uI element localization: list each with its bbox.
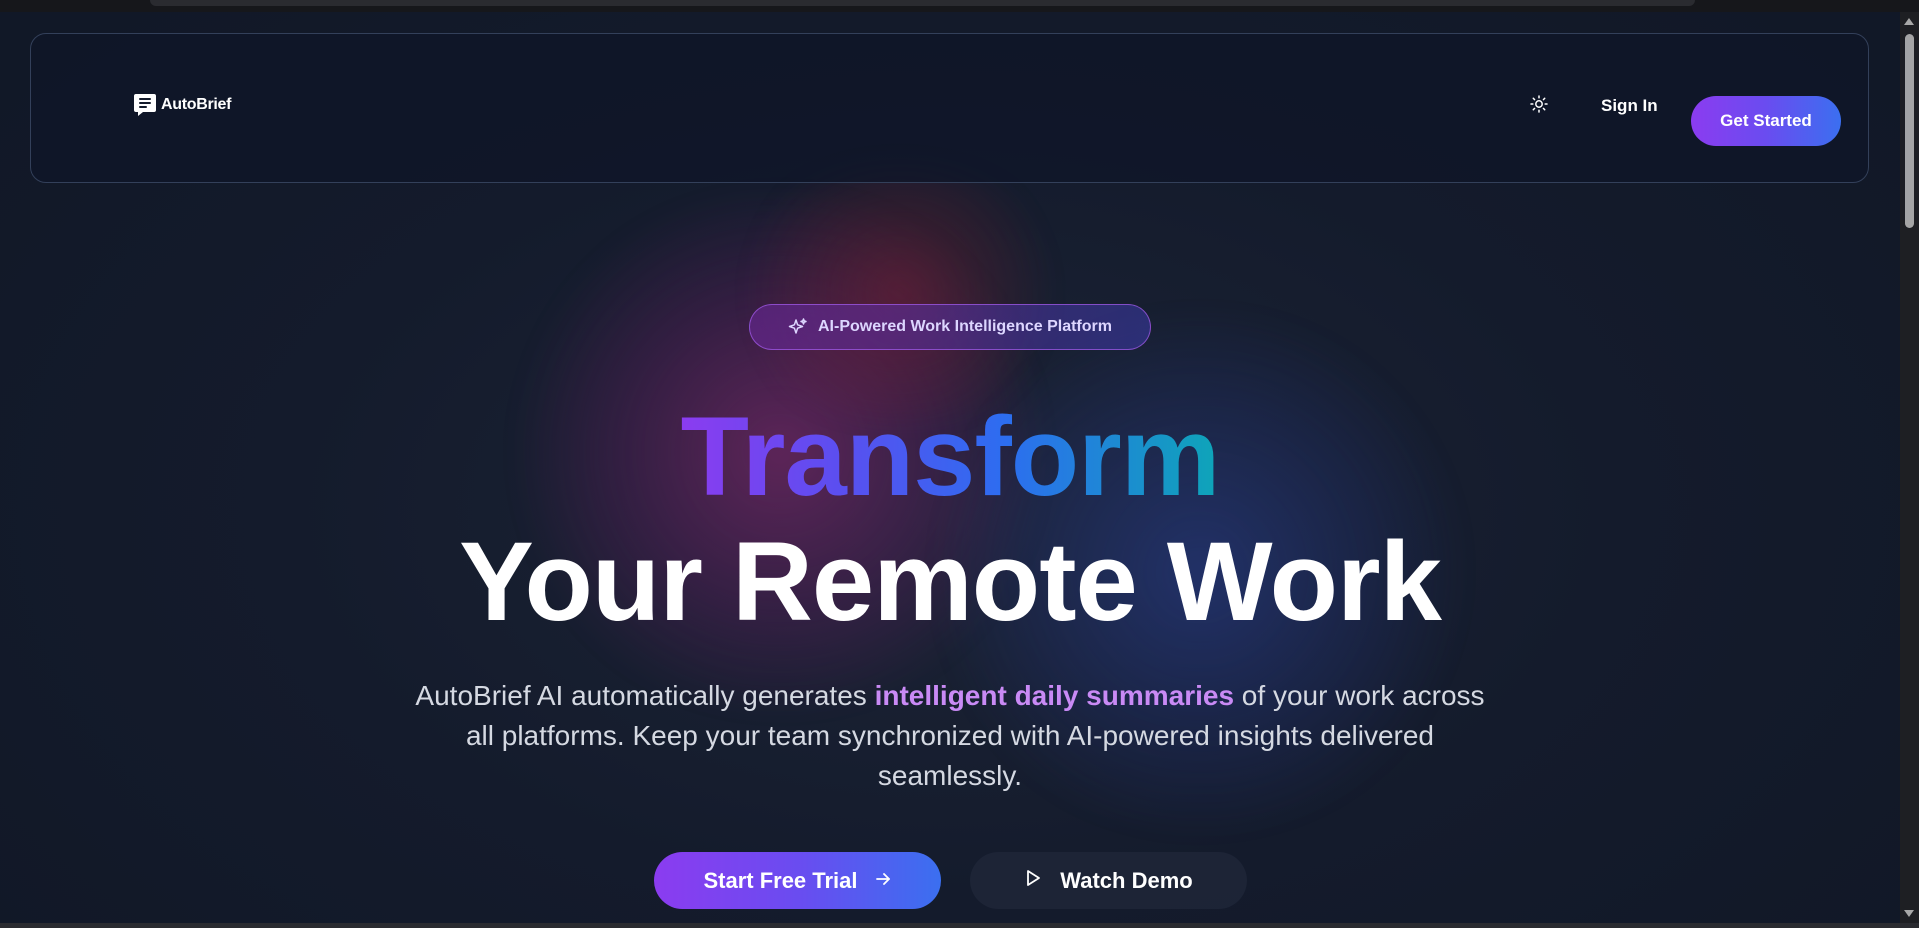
landing-page: AutoBrief Sign In Get Started AI-Powered… (0, 12, 1900, 923)
theme-toggle-button[interactable] (1519, 86, 1559, 126)
chat-document-icon (133, 92, 157, 118)
hero-subtitle-start: AutoBrief AI automatically generates (415, 680, 875, 711)
brand-logo[interactable]: AutoBrief (133, 92, 231, 118)
hero-headline-gradient-text: Transform (680, 394, 1221, 519)
watch-demo-button[interactable]: Watch Demo (970, 852, 1247, 909)
scroll-down-arrow-icon[interactable] (1904, 910, 1914, 917)
watch-demo-label: Watch Demo (1060, 867, 1193, 893)
sparkle-icon (788, 317, 808, 337)
browser-top-strip (0, 0, 1919, 12)
hero-subtitle-highlight: intelligent daily summaries (874, 680, 1235, 711)
arrow-right-icon (874, 868, 892, 894)
browser-bottom-strip (0, 923, 1919, 928)
browser-viewport: AutoBrief Sign In Get Started AI-Powered… (0, 0, 1919, 928)
hero-badge: AI-Powered Work Intelligence Platform (749, 304, 1151, 350)
start-free-trial-label: Start Free Trial (703, 867, 858, 893)
brand-name: AutoBrief (161, 96, 232, 113)
top-navbar: AutoBrief Sign In Get Started (30, 33, 1869, 183)
play-icon (1024, 868, 1042, 894)
scroll-up-arrow-icon[interactable] (1904, 18, 1914, 25)
scrollbar-thumb[interactable] (1905, 34, 1914, 228)
hero-subtitle: AutoBrief AI automatically generates int… (400, 676, 1500, 796)
hero-badge-label: AI-Powered Work Intelligence Platform (818, 318, 1112, 335)
hero-headline-gradient: Transform (0, 397, 1900, 517)
sign-in-link[interactable]: Sign In (1591, 90, 1668, 122)
page-scrollbar[interactable] (1900, 12, 1919, 923)
sun-icon (1530, 94, 1548, 118)
get-started-button[interactable]: Get Started (1691, 96, 1841, 146)
start-free-trial-button[interactable]: Start Free Trial (654, 852, 941, 909)
hero-headline-plain: Your Remote Work (459, 519, 1442, 644)
browser-tab-edge (150, 0, 1695, 6)
